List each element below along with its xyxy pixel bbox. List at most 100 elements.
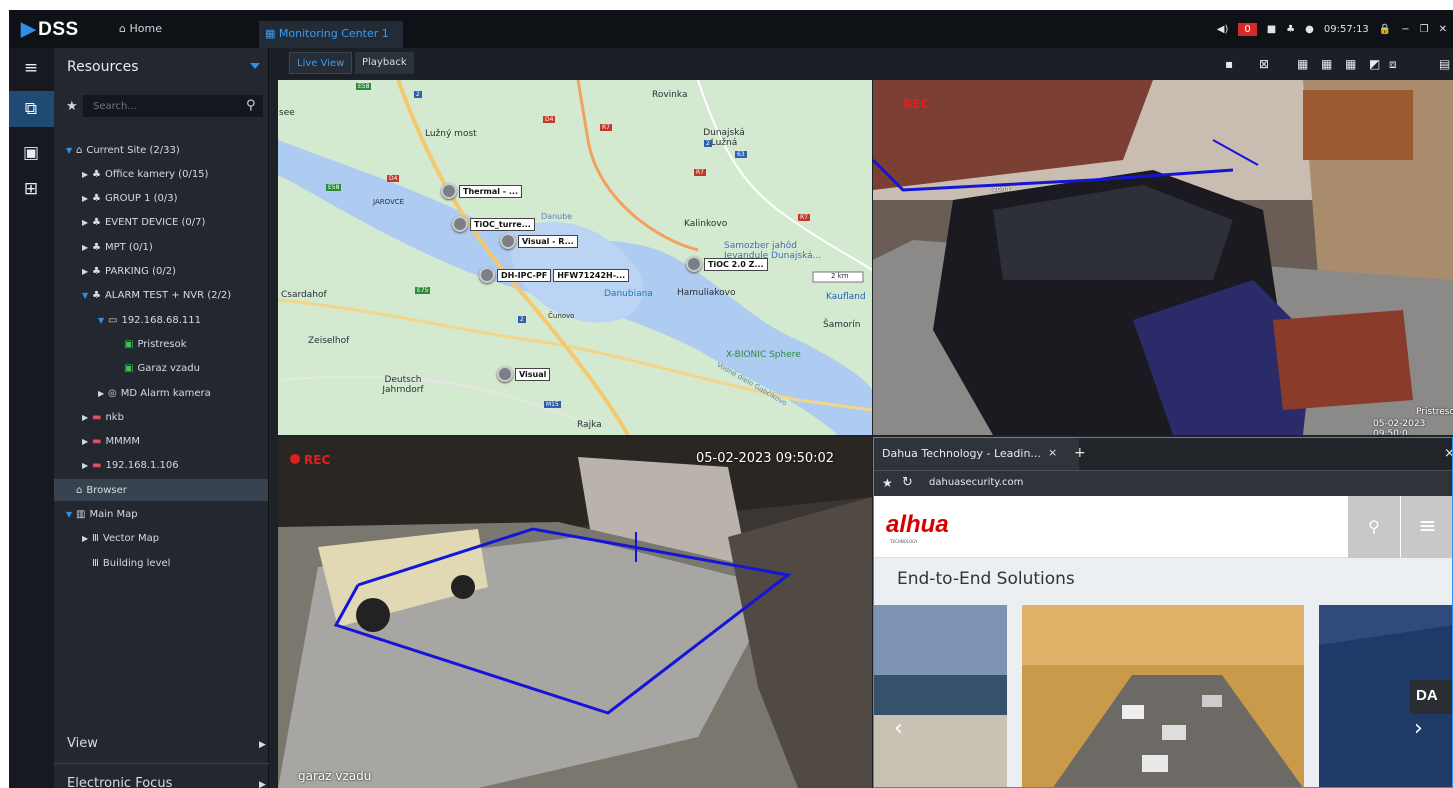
- close-all-icon[interactable]: ⊠: [1259, 57, 1269, 71]
- more-icon[interactable]: ▤: [1439, 57, 1450, 71]
- browser-close-button[interactable]: ×: [1444, 446, 1452, 461]
- map-camera-pin[interactable]: Thermal - ...: [441, 183, 523, 199]
- reload-icon[interactable]: ↻: [902, 475, 913, 490]
- tab-live-view[interactable]: Live View: [289, 52, 353, 74]
- site-search-icon[interactable]: ⚲: [1348, 496, 1400, 558]
- collapse-arrow-icon[interactable]: ▶: [82, 461, 92, 470]
- tab-playback[interactable]: Playback: [355, 52, 414, 74]
- layout-9-icon[interactable]: ▦: [1321, 57, 1332, 71]
- carousel-next-icon[interactable]: ›: [1414, 716, 1423, 741]
- tree-item-label: Vector Map: [102, 533, 160, 545]
- search-input[interactable]: [83, 95, 263, 117]
- minimize-icon[interactable]: −: [1401, 24, 1409, 35]
- tree-item[interactable]: ▼ ▭ 192.168.68.111: [54, 309, 268, 331]
- alarm-count-badge[interactable]: 0: [1238, 22, 1257, 36]
- map-camera-pin[interactable]: TiOC 2.0 Z...: [686, 256, 768, 272]
- tree-item[interactable]: ▶ ▬ nkb: [54, 406, 268, 428]
- tree-item[interactable]: ▶ ♣ GROUP 1 (0/3): [54, 188, 268, 210]
- video-pane-pristresok[interactable]: REC zona Pristresok 05-02-2023 09:50:0: [873, 80, 1453, 435]
- collapse-arrow-icon[interactable]: ▶: [82, 267, 92, 276]
- chevron-down-icon[interactable]: [250, 63, 260, 69]
- bookmark-star-icon[interactable]: ★: [882, 476, 893, 490]
- left-navigation: ≡ ⧉ ▣ ⊞: [9, 48, 54, 788]
- tree-item[interactable]: ▶ ♣ PARKING (0/2): [54, 261, 268, 283]
- tree-item[interactable]: ▶ Ⅲ Vector Map: [54, 528, 268, 550]
- menu-icon[interactable]: ≡: [21, 58, 41, 78]
- resources-title: Resources: [67, 59, 139, 75]
- layout-4-icon[interactable]: ▦: [1297, 57, 1308, 71]
- expand-arrow-icon[interactable]: ▼: [82, 291, 92, 300]
- video-wall-icon[interactable]: ▣: [21, 143, 41, 163]
- road-shield: D4: [387, 175, 400, 182]
- tab-monitoring-center[interactable]: ▦ Monitoring Center 1: [259, 21, 403, 48]
- map-place-label: Csardahof: [281, 290, 327, 300]
- collapse-arrow-icon[interactable]: ▶: [82, 170, 92, 179]
- close-icon[interactable]: ✕: [1439, 24, 1447, 35]
- chevron-right-icon[interactable]: ▶: [259, 740, 266, 750]
- collapse-arrow-icon[interactable]: ▶: [98, 389, 108, 398]
- tree-item[interactable]: ▣ Pristresok: [54, 333, 268, 355]
- map-camera-pin[interactable]: Visual: [497, 366, 551, 382]
- electronic-focus-section[interactable]: Electronic Focus: [67, 776, 172, 788]
- tree-item[interactable]: ▼ ♣ ALARM TEST + NVR (2/2): [54, 285, 268, 307]
- hamburger-menu-icon[interactable]: ≡: [1401, 496, 1452, 558]
- video-pane-garaz-vzadu[interactable]: REC 05-02-2023 09:50:02 garaz vzadu: [278, 437, 872, 788]
- expand-arrow-icon[interactable]: ▼: [66, 146, 76, 155]
- tree-item[interactable]: ▼ ▥ Main Map: [54, 504, 268, 526]
- collapse-arrow-icon[interactable]: ▶: [82, 437, 92, 446]
- lock-icon[interactable]: 🔒: [1379, 24, 1391, 35]
- rec-text: REC: [304, 453, 331, 467]
- browser-tab-title: Dahua Technology - Leadin...: [882, 447, 1041, 460]
- layout-16-icon[interactable]: ▦: [1345, 57, 1356, 71]
- search-icon[interactable]: ⚲: [246, 98, 256, 113]
- url-field[interactable]: dahuasecurity.com: [929, 477, 1023, 488]
- camera-pin-label: Visual: [515, 367, 551, 381]
- collapse-arrow-icon[interactable]: ▶: [82, 534, 92, 543]
- tree-item[interactable]: ▶ ◎ MD Alarm kamera: [54, 382, 268, 404]
- chevron-right-icon[interactable]: ▶: [259, 780, 266, 788]
- map-location-icon[interactable]: ⊞: [21, 179, 41, 199]
- collapse-arrow-icon[interactable]: ▶: [82, 218, 92, 227]
- tree-item[interactable]: ▶ ▬ 192.168.1.106: [54, 455, 268, 477]
- carousel-prev-icon[interactable]: ‹: [894, 716, 903, 741]
- alarm-camera-icon: ◎: [108, 387, 117, 399]
- speaker-icon[interactable]: ◀): [1217, 24, 1229, 35]
- browser-tab[interactable]: Dahua Technology - Leadin... ×: [874, 438, 1079, 470]
- solution-card-image[interactable]: [1022, 605, 1304, 788]
- favorite-star-icon[interactable]: ★: [66, 99, 78, 114]
- collapse-arrow-icon[interactable]: ▶: [82, 243, 92, 252]
- tab-home[interactable]: ⌂ Home: [119, 22, 162, 35]
- tree-item[interactable]: ⌂ Browser: [54, 479, 268, 502]
- dahua-logo[interactable]: alhua: [886, 511, 949, 539]
- map-camera-pin[interactable]: TiOC_turre...: [452, 216, 535, 232]
- tree-item[interactable]: ▣ Garaz vzadu: [54, 358, 268, 380]
- tree-item[interactable]: ▶ ♣ Office kamery (0/15): [54, 163, 268, 185]
- tree-item[interactable]: Ⅲ Building level: [54, 552, 268, 574]
- collapse-arrow-icon[interactable]: ▶: [82, 194, 92, 203]
- road-shield: E58: [356, 83, 372, 90]
- map-camera-pin[interactable]: Visual - R...: [500, 233, 578, 249]
- tree-item[interactable]: ▶ ♣ MPT (0/1): [54, 236, 268, 258]
- dahua-academy-badge[interactable]: DA: [1410, 680, 1452, 714]
- expand-arrow-icon[interactable]: ▼: [66, 510, 76, 519]
- restore-icon[interactable]: ❐: [1420, 24, 1429, 35]
- fullscreen-icon[interactable]: ⧈: [1389, 57, 1397, 72]
- solution-card-image[interactable]: [874, 605, 1007, 788]
- tree-item[interactable]: ▶ ▬ MMMM: [54, 431, 268, 453]
- live-view-icon[interactable]: ⧉: [21, 99, 41, 119]
- map-camera-pin[interactable]: DH-IPC-PF HFW71242H-...: [479, 267, 630, 283]
- tab-close-icon[interactable]: ×: [1048, 446, 1057, 459]
- task-icon[interactable]: ■: [1267, 24, 1276, 35]
- save-view-icon[interactable]: ▪: [1225, 57, 1233, 71]
- browser-pane[interactable]: Dahua Technology - Leadin... × + × ★ ↻ da…: [873, 437, 1453, 788]
- custom-layout-icon[interactable]: ◩: [1369, 57, 1380, 71]
- organization-icon[interactable]: ♣: [1286, 24, 1295, 35]
- tree-item[interactable]: ▼ ⌂ Current Site (2/33): [54, 139, 268, 161]
- map-pane[interactable]: Rovinka Dunajská Lužná Lužný most JAROVC…: [278, 80, 872, 435]
- tree-item[interactable]: ▶ ♣ EVENT DEVICE (0/7): [54, 212, 268, 234]
- new-tab-button[interactable]: +: [1074, 445, 1086, 461]
- expand-arrow-icon[interactable]: ▼: [98, 316, 108, 325]
- collapse-arrow-icon[interactable]: ▶: [82, 413, 92, 422]
- user-icon[interactable]: ●: [1305, 24, 1314, 35]
- view-section[interactable]: View: [67, 736, 98, 751]
